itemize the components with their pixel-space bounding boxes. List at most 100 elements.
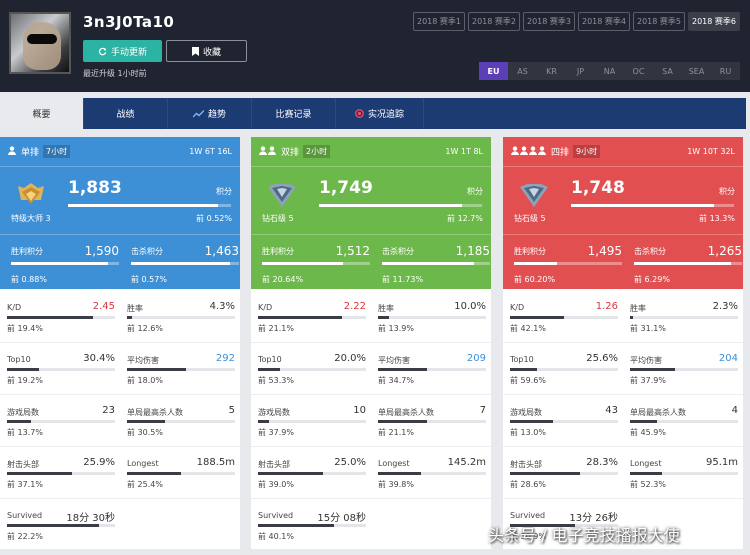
stat-percentile: 前 19.4% — [7, 324, 43, 333]
stat-percentile: 前 37.9% — [630, 376, 666, 385]
rating-bar — [571, 204, 734, 207]
stat-value: 2.45 — [92, 301, 115, 312]
season-tab[interactable]: 2018 赛季5 — [633, 12, 685, 31]
stat-item: 平均伤害 209 前 34.7% — [378, 345, 486, 391]
stat-label: 游戏局数 — [510, 408, 542, 417]
season-tab[interactable]: 2018 赛季4 — [578, 12, 630, 31]
tab-3[interactable]: 比赛记录 — [252, 98, 336, 129]
season-tab[interactable]: 2018 赛季6 — [688, 12, 740, 31]
stat-grid: K/D 1.26 前 42.1% 胜率 2.3% 前 31.1% Top10 25.6% 前 5… — [503, 289, 743, 549]
stat-label: 游戏局数 — [7, 408, 39, 417]
kill-points-bar — [382, 262, 490, 265]
region-tab[interactable]: SA — [653, 62, 682, 80]
stat-label: Top10 — [258, 355, 282, 364]
mode-name: 单排 — [21, 148, 40, 158]
stat-bar — [258, 368, 366, 371]
stat-grid: K/D 2.22 前 21.1% 胜率 10.0% 前 13.9% Top10 20.0% 前 … — [251, 289, 491, 549]
stat-bar — [127, 316, 235, 319]
stat-value: 145.2m — [447, 457, 486, 468]
play-hours: 9小时 — [573, 145, 601, 158]
tab-2[interactable]: 趋势 — [168, 98, 252, 129]
stat-value: 292 — [215, 353, 235, 364]
rating-label: 积分 — [467, 187, 483, 196]
refresh-icon — [98, 47, 107, 55]
stat-item: K/D 2.45 前 19.4% — [7, 293, 115, 339]
stat-value: 10 — [353, 405, 366, 416]
stat-item: 单局最高杀人数 7 前 21.1% — [378, 397, 486, 443]
stat-bar — [510, 420, 618, 423]
master-rank-icon — [16, 182, 46, 208]
stat-percentile: 前 39.8% — [378, 480, 414, 489]
region-tab[interactable]: KR — [537, 62, 566, 80]
favorite-button[interactable]: 收藏 — [166, 40, 247, 62]
stat-label: Survived — [510, 511, 546, 520]
stat-label: K/D — [510, 303, 525, 312]
stat-bar — [378, 472, 486, 475]
stat-bar — [378, 368, 486, 371]
stat-percentile: 前 31.1% — [630, 324, 666, 333]
stat-item: 平均伤害 292 前 18.0% — [127, 345, 235, 391]
stat-percentile: 前 21.1% — [258, 324, 294, 333]
region-tab[interactable]: NA — [595, 62, 624, 80]
region-tab[interactable]: JP — [566, 62, 595, 80]
stat-bar — [127, 472, 235, 475]
stat-bar — [7, 524, 115, 527]
rating-value: 1,883 — [68, 178, 122, 198]
tab-4[interactable]: 实况追踪 — [336, 98, 424, 129]
stat-bar — [630, 368, 738, 371]
kill-points-value: 1,185 — [455, 244, 490, 258]
stat-bar — [7, 472, 115, 475]
last-update-text: 最近升级 1小时前 — [83, 69, 147, 78]
stat-item: 平均伤害 204 前 37.9% — [630, 345, 738, 391]
stat-value: 10.0% — [454, 301, 486, 312]
stat-bar — [127, 368, 235, 371]
stat-item: Top10 25.6% 前 59.6% — [510, 345, 618, 391]
stat-percentile: 前 52.3% — [630, 480, 666, 489]
card-header: 四排 9小时 1W 10T 32L — [503, 137, 743, 167]
stat-item: Top10 30.4% 前 19.2% — [7, 345, 115, 391]
stat-label: Top10 — [7, 355, 31, 364]
stat-bar — [258, 524, 366, 527]
season-tab[interactable]: 2018 赛季1 — [413, 12, 465, 31]
stat-item: 胜率 10.0% 前 13.9% — [378, 293, 486, 339]
stat-percentile: 前 42.1% — [510, 324, 546, 333]
win-points-label: 胜利积分 — [11, 247, 43, 256]
stat-value: 204 — [718, 353, 738, 364]
stat-label: 胜率 — [127, 304, 143, 313]
avatar — [9, 12, 71, 74]
season-tab[interactable]: 2018 赛季2 — [468, 12, 520, 31]
stat-value: 18分 30秒 — [66, 513, 115, 524]
stat-label: Survived — [7, 511, 43, 520]
card-summary: 四排 9小时 1W 10T 32L 钻石级 5 1,748 积分前 13.3% 胜利积分 1,… — [503, 137, 743, 289]
kill-points-percentile: 前 6.29% — [634, 275, 670, 284]
region-tab[interactable]: AS — [508, 62, 537, 80]
region-tab[interactable]: OC — [624, 62, 653, 80]
stat-item: 单局最高杀人数 5 前 30.5% — [127, 397, 235, 443]
username: 3n3J0Ta10 — [83, 13, 175, 31]
mode-card-squad: 四排 9小时 1W 10T 32L 钻石级 5 1,748 积分前 13.3% 胜利积分 1,… — [503, 137, 743, 549]
stat-percentile: 前 59.6% — [510, 376, 546, 385]
stat-bar — [630, 420, 738, 423]
bookmark-icon — [191, 46, 199, 56]
stat-label: 平均伤害 — [378, 356, 410, 365]
stat-bar — [510, 368, 618, 371]
tab-1[interactable]: 战绩 — [84, 98, 168, 129]
play-hours: 2小时 — [303, 145, 331, 158]
stat-value: 4.3% — [209, 301, 235, 312]
tab-0[interactable]: 概要 — [0, 98, 84, 129]
manual-update-button[interactable]: 手动更新 — [83, 40, 162, 62]
card-summary: 单排 7小时 1W 6T 16L 特级大师 3 1,883 积分前 0.52% 胜利积分 1,… — [0, 137, 240, 289]
region-tab[interactable]: SEA — [682, 62, 711, 80]
stat-label: 射击头部 — [7, 460, 39, 469]
stat-label: K/D — [258, 303, 273, 312]
win-loss-record: 1W 10T 32L — [687, 147, 735, 156]
stat-percentile: 前 28.6% — [510, 480, 546, 489]
region-tab[interactable]: RU — [711, 62, 740, 80]
stat-bar — [7, 420, 115, 423]
stat-percentile: 前 45.9% — [630, 428, 666, 437]
mode-card-duo: 双排 2小时 1W 1T 8L 钻石级 5 1,749 积分前 12.7% 胜利积分 1,51… — [251, 137, 491, 549]
region-selector: EU AS KR JP NA OC SA SEA RU — [479, 62, 740, 80]
tab-label: 趋势 — [207, 110, 226, 120]
region-tab[interactable]: EU — [479, 62, 508, 80]
season-tab[interactable]: 2018 赛季3 — [523, 12, 575, 31]
